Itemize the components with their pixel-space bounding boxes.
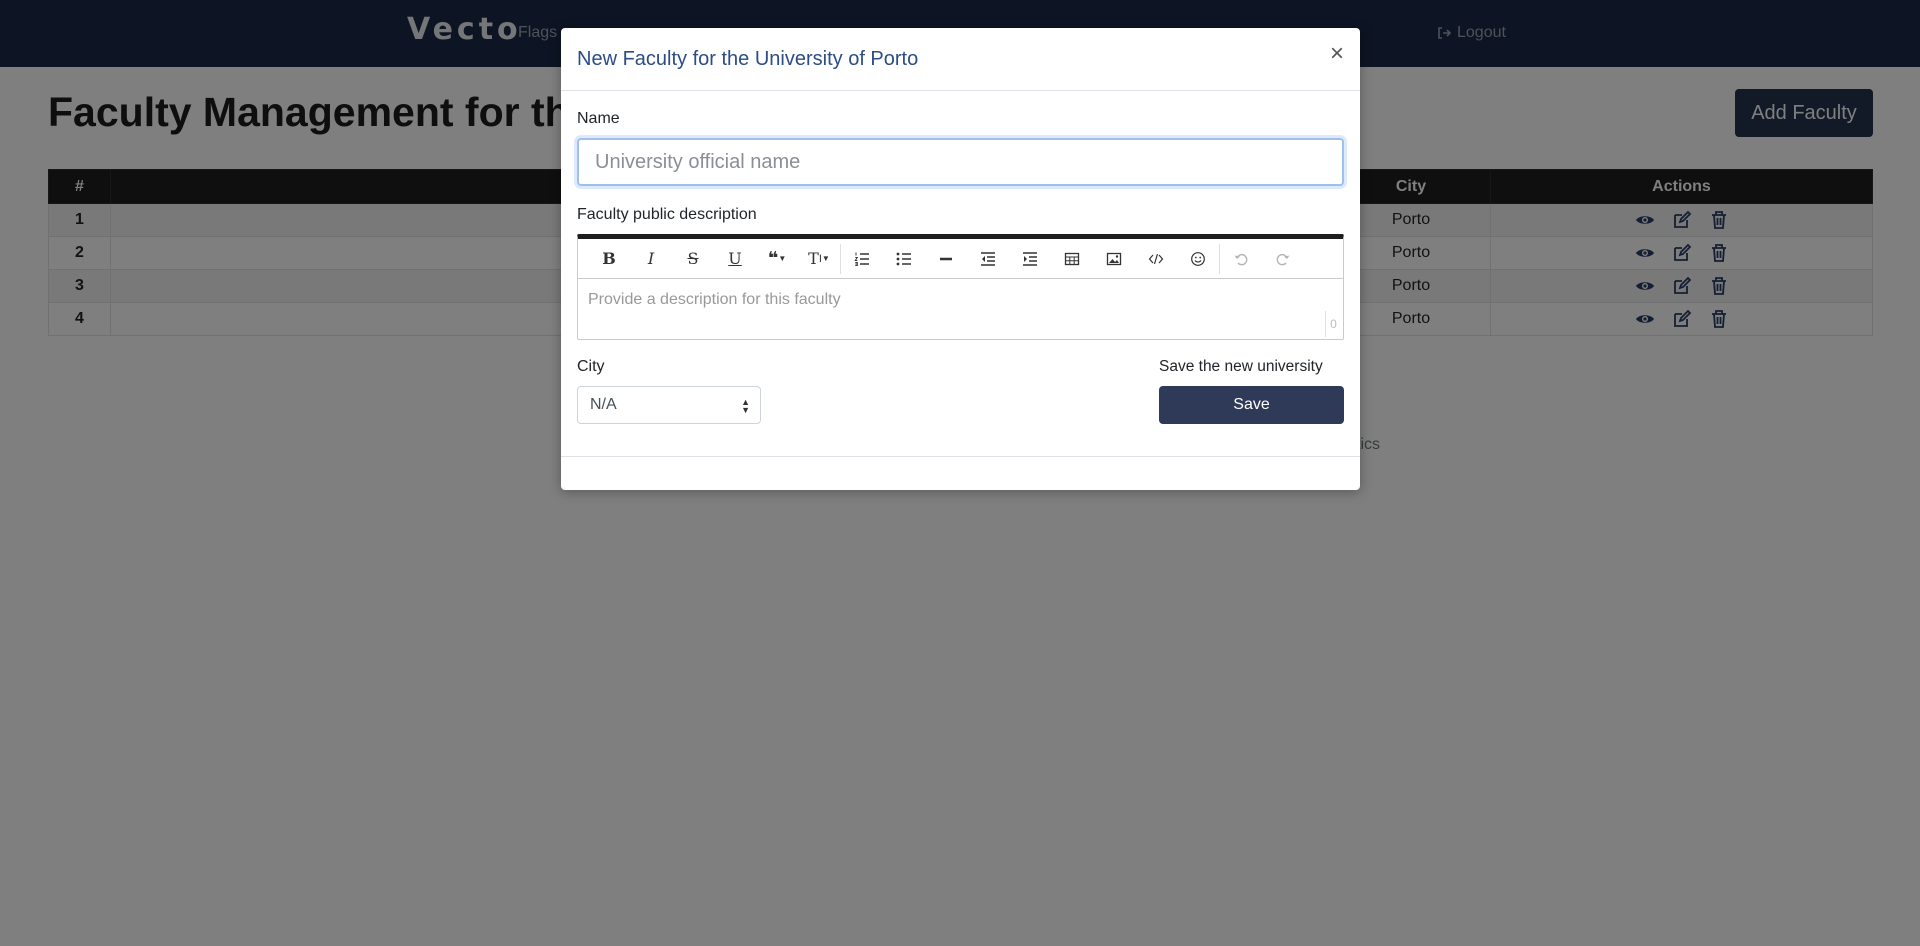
description-placeholder: Provide a description for this faculty	[588, 291, 841, 308]
indent-icon[interactable]	[1009, 244, 1051, 274]
city-select-value: N/A	[590, 396, 617, 413]
city-label: City	[577, 358, 605, 375]
italic-icon[interactable]: I	[630, 244, 672, 274]
image-icon[interactable]	[1093, 244, 1135, 274]
char-counter: 0	[1325, 311, 1341, 337]
undo-icon[interactable]	[1220, 244, 1262, 274]
new-faculty-modal: New Faculty for the University of Porto …	[561, 28, 1360, 490]
description-label: Faculty public description	[577, 206, 757, 223]
code-icon[interactable]	[1135, 244, 1177, 274]
modal-title: New Faculty for the University of Porto	[577, 48, 919, 70]
redo-icon[interactable]	[1262, 244, 1304, 274]
outdent-icon[interactable]	[967, 244, 1009, 274]
name-input[interactable]	[577, 138, 1344, 186]
editor-toolbar: B I S U ❝ ▼ T I ▼	[578, 239, 1343, 279]
city-select[interactable]: N/A ▲ ▼	[577, 386, 761, 424]
select-caret-icon: ▲ ▼	[741, 397, 750, 415]
emoji-icon[interactable]	[1177, 244, 1219, 274]
close-button[interactable]: ×	[1330, 42, 1344, 66]
blockquote-icon[interactable]: ❝ ▼	[756, 244, 798, 274]
description-editor: B I S U ❝ ▼ T I ▼ Provide a description for…	[577, 234, 1344, 340]
modal-header: New Faculty for the University of Porto …	[561, 28, 1360, 91]
unordered-list-icon[interactable]	[883, 244, 925, 274]
save-button[interactable]: Save	[1159, 386, 1344, 424]
text-size-icon[interactable]: T I ▼	[798, 244, 840, 274]
name-label: Name	[577, 110, 620, 127]
underline-icon[interactable]: U	[714, 244, 756, 274]
description-textarea[interactable]: Provide a description for this faculty 0	[578, 279, 1343, 339]
save-description-label: Save the new university	[1159, 358, 1323, 375]
bold-icon[interactable]: B	[588, 244, 630, 274]
strikethrough-icon[interactable]: S	[672, 244, 714, 274]
table-icon[interactable]	[1051, 244, 1093, 274]
ordered-list-icon[interactable]	[841, 244, 883, 274]
modal-footer-divider	[561, 456, 1360, 457]
horizontal-rule-icon[interactable]	[925, 244, 967, 274]
